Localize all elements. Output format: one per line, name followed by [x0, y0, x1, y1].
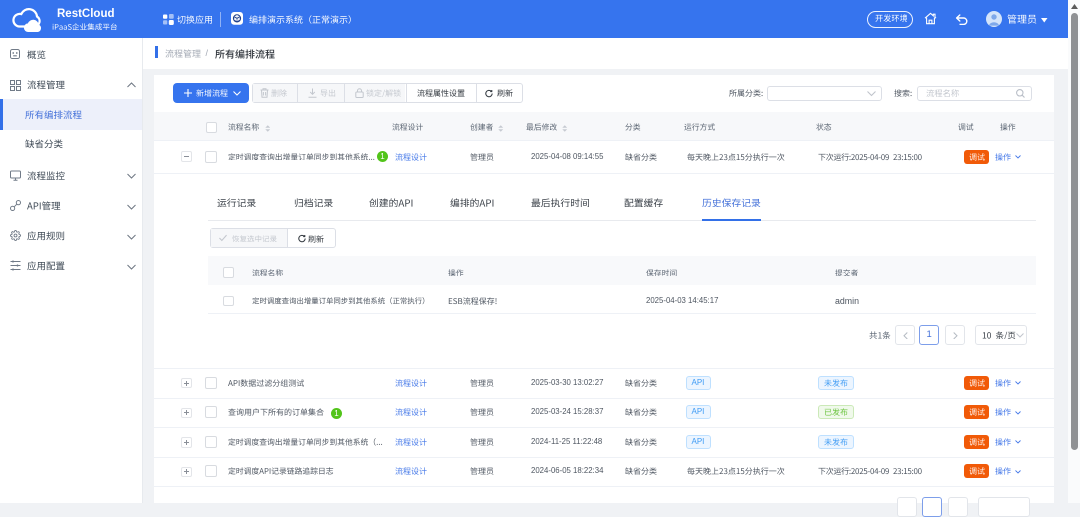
- svg-text:1: 1: [334, 409, 339, 418]
- svg-text:1: 1: [380, 152, 385, 161]
